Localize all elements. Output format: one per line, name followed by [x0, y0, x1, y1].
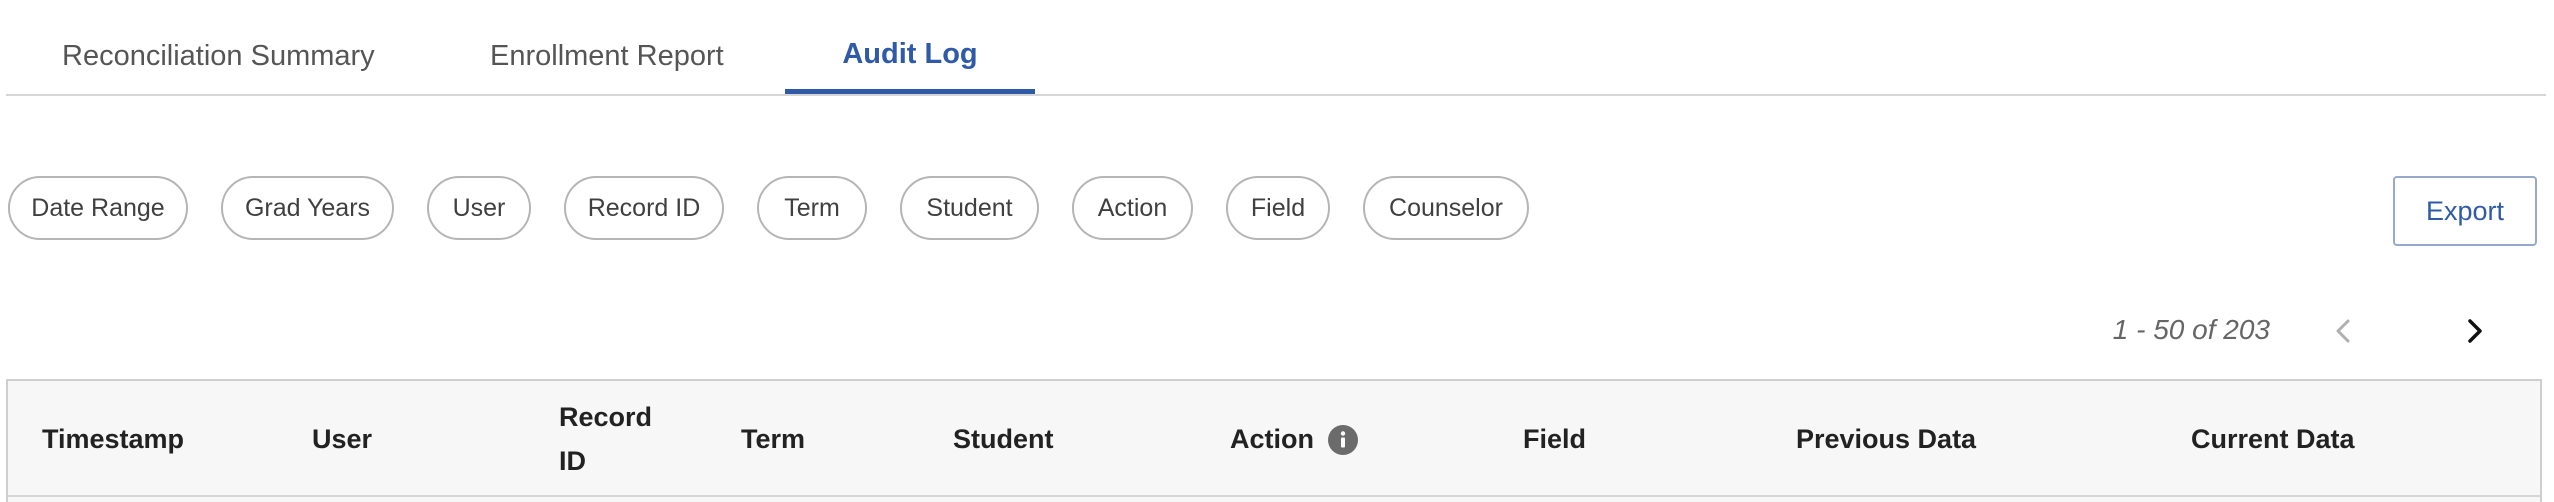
tab-reconciliation-summary[interactable]: Reconciliation Summary [62, 32, 375, 94]
column-header-field[interactable]: Field [1523, 381, 1586, 497]
filter-counselor[interactable]: Counselor [1363, 176, 1529, 240]
audit-log-table: Timestamp User Record ID Term Student Ac… [6, 379, 2542, 502]
filter-student[interactable]: Student [900, 176, 1039, 240]
filter-user[interactable]: User [427, 176, 531, 240]
tab-audit-log[interactable]: Audit Log [785, 30, 1035, 94]
column-header-record-id[interactable]: Record ID [559, 381, 659, 497]
filter-record-id[interactable]: Record ID [564, 176, 724, 240]
chevron-left-icon[interactable] [2326, 313, 2362, 349]
column-header-label: Timestamp [42, 424, 185, 454]
column-header-label: Previous Data [1796, 424, 1977, 454]
column-header-action[interactable]: Action [1230, 381, 1358, 497]
filter-field[interactable]: Field [1226, 176, 1330, 240]
column-header-label: Action [1230, 424, 1314, 454]
pagination-range: 1 - 50 of 203 [2112, 314, 2270, 345]
table-header-row: Timestamp User Record ID Term Student Ac… [8, 381, 2540, 497]
filter-action[interactable]: Action [1072, 176, 1193, 240]
column-header-label: User [312, 424, 373, 454]
chevron-right-icon[interactable] [2456, 313, 2492, 349]
report-tabs: Reconciliation Summary Enrollment Report… [6, 0, 2546, 96]
column-header-label: Current Data [2191, 424, 2355, 454]
column-header-term[interactable]: Term [741, 381, 805, 497]
export-button[interactable]: Export [2393, 176, 2537, 246]
filter-grad-years[interactable]: Grad Years [221, 176, 394, 240]
column-header-label: Student [953, 424, 1054, 454]
column-header-timestamp[interactable]: Timestamp [42, 381, 184, 497]
column-header-previous-data[interactable]: Previous Data [1796, 381, 1976, 497]
tab-enrollment-report[interactable]: Enrollment Report [490, 32, 724, 94]
filter-term[interactable]: Term [757, 176, 867, 240]
filter-date-range[interactable]: Date Range [8, 176, 188, 240]
info-icon[interactable] [1328, 424, 1358, 455]
column-header-user[interactable]: User [312, 381, 372, 497]
column-header-label: Term [741, 424, 806, 454]
audit-log-page: Reconciliation Summary Enrollment Report… [0, 0, 2554, 502]
column-header-current-data[interactable]: Current Data [2191, 381, 2355, 497]
column-header-label: Field [1523, 424, 1587, 454]
column-header-label: Record ID [559, 402, 653, 476]
column-header-student[interactable]: Student [953, 381, 1054, 497]
